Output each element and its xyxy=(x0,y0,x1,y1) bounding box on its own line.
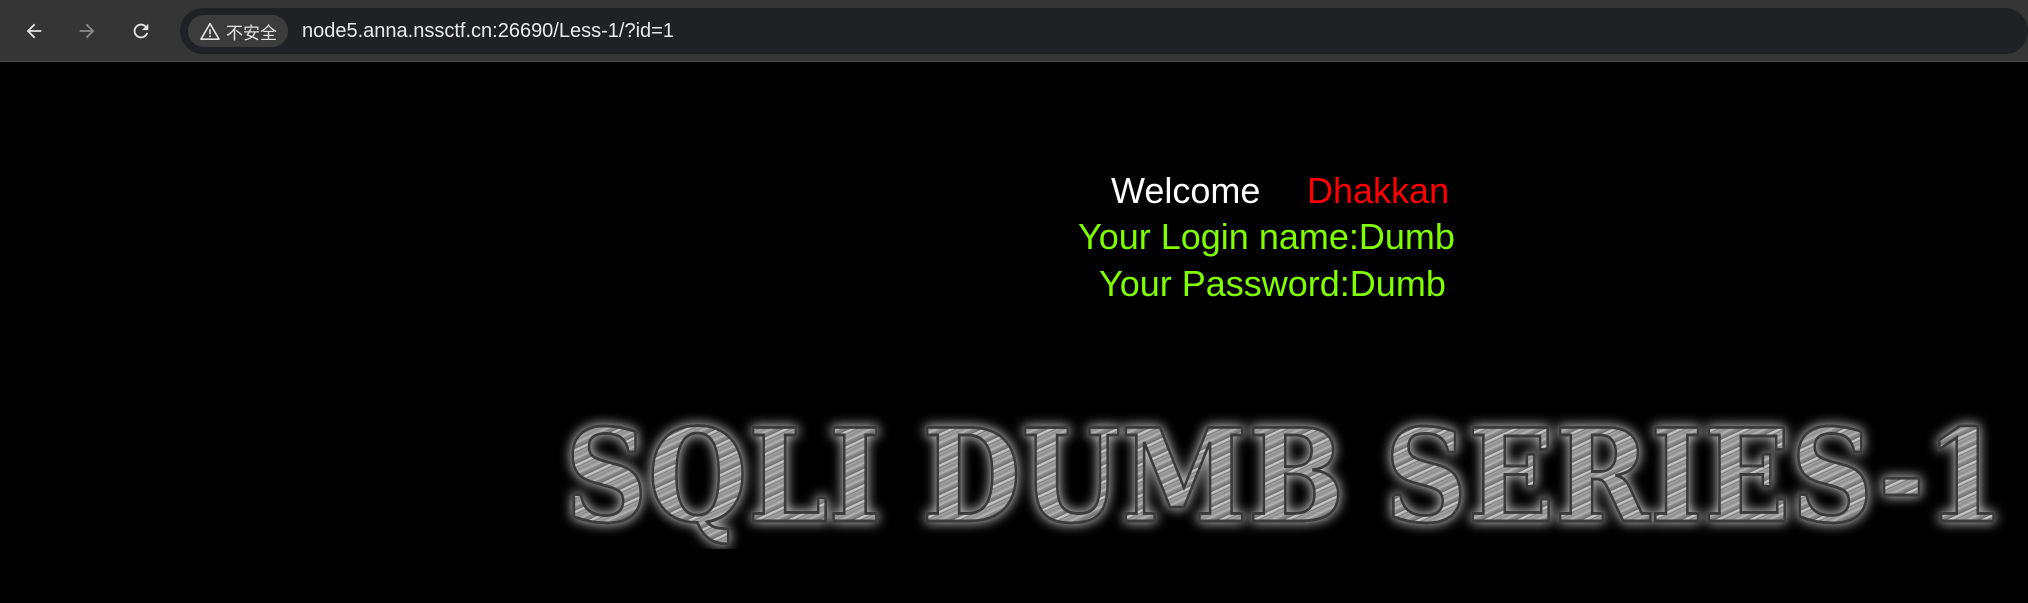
banner-logo-graphic: SQLI DUMB SERIES-1 xyxy=(564,401,2007,554)
url-text[interactable]: node5.anna.nssctf.cn:26690/Less-1/?id=1 xyxy=(302,8,674,54)
reload-icon xyxy=(133,23,149,39)
forward-arrow-icon xyxy=(79,23,95,39)
welcome-text: Welcome xyxy=(1111,170,1261,211)
page-content: Welcome Dhakkan Your Login name:Dumb You… xyxy=(0,63,2028,603)
site-security-chip[interactable]: 不安全 xyxy=(188,15,288,47)
browser-toolbar: 不安全 node5.anna.nssctf.cn:26690/Less-1/?i… xyxy=(0,0,2028,62)
forward-button[interactable] xyxy=(67,11,107,51)
sqli-dumb-series-banner: SQLI DUMB SERIES-1 xyxy=(550,399,2020,554)
address-bar[interactable]: 不安全 node5.anna.nssctf.cn:26690/Less-1/?i… xyxy=(180,8,2028,54)
security-label: 不安全 xyxy=(226,23,277,44)
reload-button[interactable] xyxy=(121,11,161,51)
welcome-username: Dhakkan xyxy=(1307,170,1450,211)
password-line: Your Password:Dumb xyxy=(1099,263,1446,304)
back-button[interactable] xyxy=(14,11,54,51)
warning-icon xyxy=(200,22,220,40)
banner-text: SQLI DUMB SERIES-1 xyxy=(565,402,2005,549)
login-name-line: Your Login name:Dumb xyxy=(1078,216,1455,257)
back-arrow-icon xyxy=(26,23,42,39)
